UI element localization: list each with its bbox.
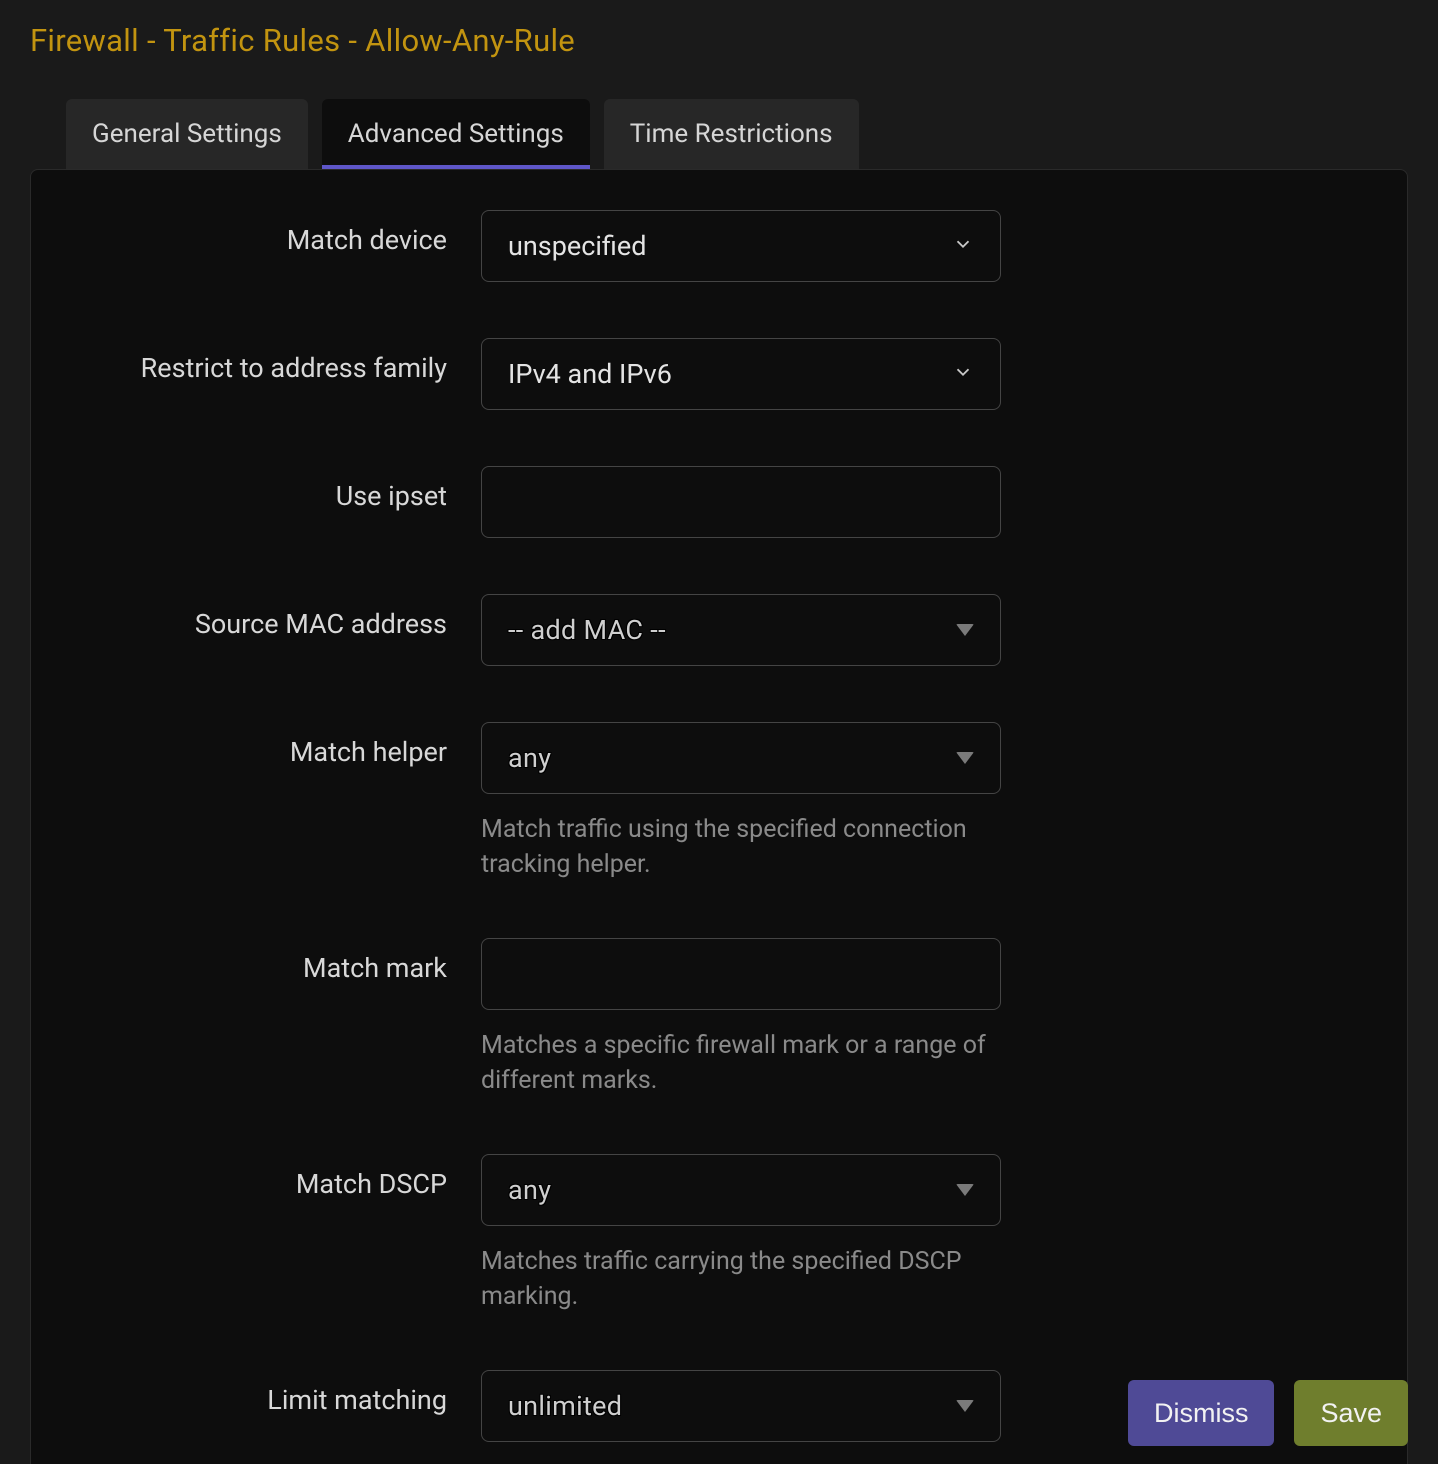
label-match-device: Match device [81,210,481,256]
help-limit-matching: Limits traffic matching to the specified… [481,1460,1001,1464]
help-match-dscp: Matches traffic carrying the specified D… [481,1244,1001,1314]
chevron-down-icon [952,358,974,390]
help-match-mark: Matches a specific firewall mark or a ra… [481,1028,1001,1098]
label-address-family: Restrict to address family [81,338,481,384]
tab-general-settings[interactable]: General Settings [66,99,308,169]
row-match-helper: Match helper any Match traffic using the… [81,722,1357,882]
page-header: Firewall - Traffic Rules - Allow-Any-Rul… [0,0,1438,99]
row-use-ipset: Use ipset [81,466,1357,538]
input-use-ipset[interactable] [481,466,1001,538]
row-match-dscp: Match DSCP any Matches traffic carrying … [81,1154,1357,1314]
select-limit-matching[interactable]: unlimited [481,1370,1001,1442]
label-match-helper: Match helper [81,722,481,768]
row-match-device: Match device unspecified [81,210,1357,282]
label-match-mark: Match mark [81,938,481,984]
select-match-device[interactable]: unspecified [481,210,1001,282]
row-match-mark: Match mark Matches a specific firewall m… [81,938,1357,1098]
caret-down-icon [956,1400,974,1412]
input-match-mark[interactable] [481,938,1001,1010]
select-address-family[interactable]: IPv4 and IPv6 [481,338,1001,410]
select-match-helper-placeholder: any [508,742,551,774]
caret-down-icon [956,624,974,636]
tab-bar: General Settings Advanced Settings Time … [30,99,1408,169]
help-match-helper: Match traffic using the specified connec… [481,812,1001,882]
tab-advanced-settings[interactable]: Advanced Settings [322,99,590,169]
caret-down-icon [956,1184,974,1196]
label-match-dscp: Match DSCP [81,1154,481,1200]
select-match-helper[interactable]: any [481,722,1001,794]
select-source-mac[interactable]: -- add MAC -- [481,594,1001,666]
select-source-mac-placeholder: -- add MAC -- [508,614,666,646]
select-address-family-value: IPv4 and IPv6 [508,358,672,390]
form-panel: Match device unspecified Restrict to add… [30,169,1408,1464]
dismiss-button[interactable]: Dismiss [1128,1380,1275,1446]
label-limit-matching: Limit matching [81,1370,481,1416]
row-source-mac: Source MAC address -- add MAC -- [81,594,1357,666]
row-address-family: Restrict to address family IPv4 and IPv6 [81,338,1357,410]
select-match-dscp[interactable]: any [481,1154,1001,1226]
select-match-device-value: unspecified [508,230,646,262]
chevron-down-icon [952,230,974,262]
save-button[interactable]: Save [1294,1380,1408,1446]
label-use-ipset: Use ipset [81,466,481,512]
select-match-dscp-placeholder: any [508,1174,551,1206]
tab-time-restrictions[interactable]: Time Restrictions [604,99,859,169]
caret-down-icon [956,752,974,764]
label-source-mac: Source MAC address [81,594,481,640]
select-limit-matching-placeholder: unlimited [508,1390,622,1422]
page-title: Firewall - Traffic Rules - Allow-Any-Rul… [30,22,1408,59]
button-bar: Dismiss Save [1128,1380,1408,1446]
